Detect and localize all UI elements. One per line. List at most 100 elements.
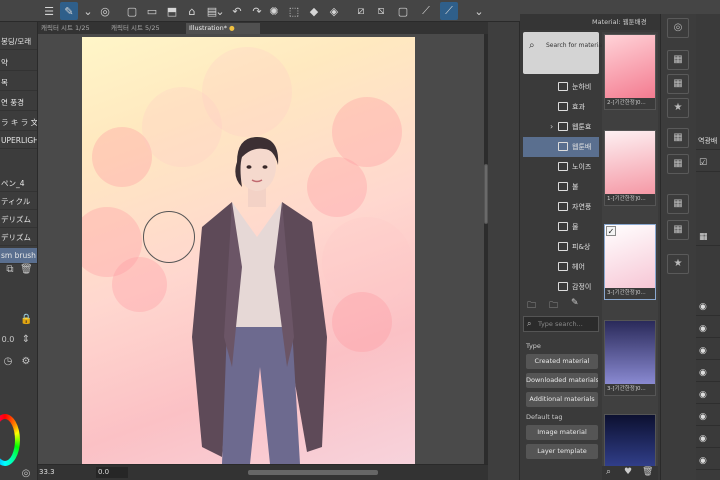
star-icon[interactable]: ★ (667, 98, 689, 118)
layer-row[interactable]: ◉ (696, 408, 720, 426)
eraser-icon[interactable]: ◈ (325, 2, 343, 20)
eye-icon[interactable]: ◉ (699, 346, 707, 356)
folder-item[interactable]: 헤어 (523, 257, 599, 277)
grid-icon[interactable]: ▦ (667, 128, 689, 148)
folder-item[interactable]: 피&상 (523, 237, 599, 257)
chevron-down-icon[interactable]: ⌄ (79, 2, 97, 20)
layer-row[interactable]: ◉ (696, 342, 720, 360)
checkbox-checked-icon[interactable]: ✓ (606, 226, 616, 236)
grid-icon[interactable]: ▦ (667, 154, 689, 174)
open-icon[interactable]: ⬒ (163, 2, 181, 20)
layer-row[interactable]: ◉ (696, 320, 720, 338)
loading-icon[interactable]: ✺ (265, 2, 283, 20)
chevron-down-icon[interactable]: ⌄ (211, 2, 229, 20)
brush-item[interactable]: デリズム (0, 230, 37, 246)
folder-item[interactable]: 효과 (523, 97, 599, 117)
folder-item[interactable]: 자연풍 (523, 197, 599, 217)
brush-item[interactable]: UPERLIGH (0, 133, 37, 149)
brush-item[interactable]: デリズム (0, 212, 37, 228)
folder-item[interactable]: 노이즈 (523, 157, 599, 177)
save-icon[interactable]: ⌂ (183, 2, 201, 20)
eye-icon[interactable]: ◉ (699, 390, 707, 400)
type-search-input[interactable]: ⌕ Type search... (523, 316, 599, 332)
folder-add-icon[interactable]: 🗀 (549, 298, 561, 311)
tab-illustration[interactable]: Illustration* ● (186, 23, 260, 34)
eye-icon[interactable]: ◉ (699, 324, 707, 334)
menu-icon[interactable]: ☰ (40, 2, 58, 20)
stepper-icon[interactable]: ⇕ (20, 334, 32, 346)
brush-item-selected[interactable]: sm brush (0, 248, 37, 264)
clear-icon[interactable]: ▢ (123, 2, 141, 20)
grid-icon[interactable]: ▦ (699, 232, 708, 242)
folder-item[interactable]: 눈하비 (523, 77, 599, 97)
brush-item[interactable]: ペン_4 (0, 176, 37, 192)
chevron-down-icon[interactable]: ⌄ (470, 2, 488, 20)
navigator-icon[interactable]: ◎ (667, 18, 689, 38)
rotation-angle[interactable]: 0.0 (96, 467, 128, 478)
chevron-right-icon[interactable]: › (550, 117, 553, 137)
grid-icon[interactable]: ▦ (667, 220, 689, 240)
redo-icon[interactable]: ↷ (248, 2, 266, 20)
clock-icon[interactable]: ◷ (2, 356, 14, 368)
material-thumbnail-selected[interactable]: ✓ 3-[기간한정]0... (604, 224, 656, 300)
trash-icon[interactable]: 🗑 (642, 467, 653, 478)
checkbox-checked-icon[interactable]: ☑ (699, 158, 707, 168)
material-thumbnail[interactable]: 2-[기간한정]0... (604, 34, 656, 110)
new-icon[interactable]: ▭ (143, 2, 161, 20)
layer-row[interactable]: ◉ (696, 452, 720, 470)
tab-character-sheet-2[interactable]: 캐릭터 시트 5/25 (108, 23, 184, 34)
image-material-button[interactable]: Image material (526, 425, 598, 440)
brush-item[interactable]: ティクル (0, 194, 37, 210)
brush-icon[interactable]: ⟋ (440, 2, 458, 20)
horizontal-scrollbar[interactable] (248, 470, 378, 475)
folder-item[interactable]: 물 (523, 217, 599, 237)
layer-row[interactable]: ☑ (696, 154, 720, 172)
heart-icon[interactable]: ♥ (624, 467, 635, 478)
eye-icon[interactable]: ◉ (699, 302, 707, 312)
brush-item[interactable]: ラ キ ラ 文 (0, 115, 37, 131)
folder-item[interactable]: 감정이 (523, 277, 599, 297)
layer-name[interactable]: 역광배 (696, 132, 720, 150)
created-material-button[interactable]: Created material (526, 354, 598, 369)
grid-icon[interactable]: ▦ (667, 50, 689, 70)
material-thumbnail[interactable]: 3-[기간한정]0... (604, 320, 656, 396)
layer-row[interactable]: ◉ (696, 386, 720, 404)
fill-icon[interactable]: ◆ (305, 2, 323, 20)
layer-template-button[interactable]: Layer template (526, 444, 598, 459)
layer-row[interactable]: ▦ (696, 228, 720, 246)
star-icon[interactable]: ★ (667, 254, 689, 274)
copy-icon[interactable]: ⧉ (4, 264, 16, 276)
brush-item[interactable]: 목 (0, 75, 37, 91)
material-thumbnail[interactable]: 1-[기간한정]0... (604, 130, 656, 206)
canvas-workspace[interactable] (38, 34, 488, 464)
transform-icon[interactable]: ⬚ (285, 2, 303, 20)
layer-row[interactable]: ◉ (696, 298, 720, 316)
ruler-icon[interactable]: ⟋ (417, 2, 435, 20)
eye-icon[interactable]: ◉ (699, 434, 707, 444)
adjust-icon[interactable]: ⚙ (20, 356, 32, 368)
panel-splitter[interactable] (488, 22, 520, 480)
search-materials-button[interactable]: ⌕ Search for materials (523, 32, 607, 74)
eye-icon[interactable]: ◉ (699, 456, 707, 466)
additional-materials-button[interactable]: Additional materials (526, 392, 598, 407)
grid-icon[interactable]: ▢ (394, 2, 412, 20)
trash-icon[interactable]: 🗑 (20, 264, 33, 276)
edit-icon[interactable]: ✎ (571, 298, 583, 310)
lock-icon[interactable]: 🔒 (20, 314, 32, 326)
folder-item[interactable]: 불 (523, 177, 599, 197)
folder-icon[interactable]: 🗀 (527, 298, 539, 311)
search-icon[interactable]: ⌕ (606, 467, 617, 478)
folder-item[interactable]: › 웹툰효 (523, 117, 599, 137)
color-picker-icon[interactable]: ◎ (20, 468, 32, 480)
selection-icon[interactable]: ⧄ (352, 2, 370, 20)
illustration-canvas[interactable] (82, 37, 415, 464)
brush-item[interactable]: 봉딩/모래 (0, 34, 37, 50)
tab-character-sheet-1[interactable]: 캐릭터 시트 1/25 (38, 23, 106, 34)
layer-row[interactable]: ◉ (696, 364, 720, 382)
grid-icon[interactable]: ▦ (667, 194, 689, 214)
layer-row[interactable]: ◉ (696, 430, 720, 448)
downloaded-materials-button[interactable]: Downloaded materials (526, 373, 598, 388)
brush-item[interactable]: 약 (0, 55, 37, 71)
brush-item[interactable]: 연 풍경 (0, 95, 37, 111)
snap-icon[interactable]: ⧅ (372, 2, 390, 20)
